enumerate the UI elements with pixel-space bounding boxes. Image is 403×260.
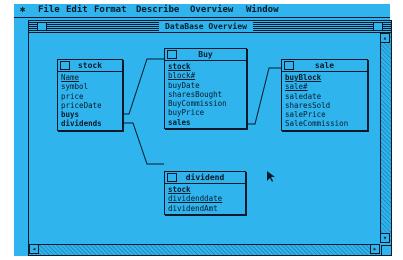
table-sale[interactable]: sale buyBlock sale# saledate sharesSold …	[281, 59, 368, 131]
field[interactable]: sale#	[285, 82, 364, 91]
scroll-down-arrow-icon[interactable]: ▾	[380, 233, 390, 243]
table-dividend[interactable]: dividend stock dividenddate dividendAmt	[164, 171, 246, 215]
field[interactable]: dividends	[61, 119, 119, 128]
field[interactable]: sharesSold	[285, 101, 364, 110]
menu-bar: ✱ File Edit Format Describe Overview Win…	[14, 4, 390, 18]
table-name: Buy	[198, 50, 213, 59]
table-name: stock	[77, 61, 103, 70]
field[interactable]: priceDate	[61, 101, 119, 110]
field[interactable]: buyBlock	[285, 73, 364, 82]
apple-menu-icon[interactable]: ✱	[20, 5, 25, 16]
field[interactable]: BuyCommission	[168, 99, 243, 108]
field[interactable]: Name	[61, 73, 119, 82]
field[interactable]: buyPrice	[168, 108, 243, 117]
table-name: sale	[314, 61, 335, 70]
scroll-up-arrow-icon[interactable]: ▴	[380, 33, 390, 43]
field[interactable]: dividendAmt	[168, 204, 242, 213]
horizontal-scrollbar[interactable]: ◂ ▸	[29, 244, 380, 255]
field[interactable]: buyDate	[168, 81, 243, 90]
link-buy-sales	[245, 67, 281, 125]
table-header[interactable]: dividend	[165, 172, 245, 184]
table-header[interactable]: sale	[282, 60, 367, 72]
field[interactable]: symbol	[61, 82, 119, 91]
scroll-left-arrow-icon[interactable]: ◂	[29, 244, 39, 254]
database-overview-window: DataBase Overview stock Name symbol pric…	[28, 20, 392, 256]
field[interactable]: block#	[168, 71, 243, 80]
menu-overview[interactable]: Overview	[190, 5, 233, 16]
menu-file[interactable]: File	[38, 5, 60, 16]
scroll-right-arrow-icon[interactable]: ▸	[370, 244, 380, 254]
field[interactable]: dividenddate	[168, 194, 242, 203]
table-name: dividend	[185, 173, 225, 182]
field[interactable]: price	[61, 92, 119, 101]
field[interactable]: saledate	[285, 92, 364, 101]
screen: ✱ File Edit Format Describe Overview Win…	[14, 4, 392, 256]
table-buy[interactable]: Buy stock block# buyDate sharesBought Bu…	[164, 48, 247, 130]
field[interactable]: sales	[168, 118, 243, 127]
link-stock-buys	[121, 58, 164, 115]
field[interactable]: buys	[61, 110, 119, 119]
resize-grow-box-icon[interactable]	[381, 245, 391, 255]
vertical-scrollbar[interactable]: ▴ ▾	[380, 33, 391, 243]
menu-edit[interactable]: Edit	[66, 5, 88, 16]
field[interactable]: salePrice	[285, 110, 364, 119]
field[interactable]: stock	[168, 185, 242, 194]
menu-format[interactable]: Format	[94, 5, 127, 16]
link-stock-dividends	[121, 122, 164, 165]
table-header[interactable]: stock	[58, 60, 122, 72]
menu-describe[interactable]: Describe	[136, 5, 179, 16]
field[interactable]: stock	[168, 62, 243, 71]
mouse-pointer-icon	[267, 171, 275, 182]
table-stock[interactable]: stock Name symbol price priceDate buys d…	[57, 59, 123, 131]
field[interactable]: SaleCommission	[285, 119, 364, 128]
table-header[interactable]: Buy	[165, 49, 246, 61]
field[interactable]: sharesBought	[168, 90, 243, 99]
menu-window[interactable]: Window	[246, 5, 279, 16]
